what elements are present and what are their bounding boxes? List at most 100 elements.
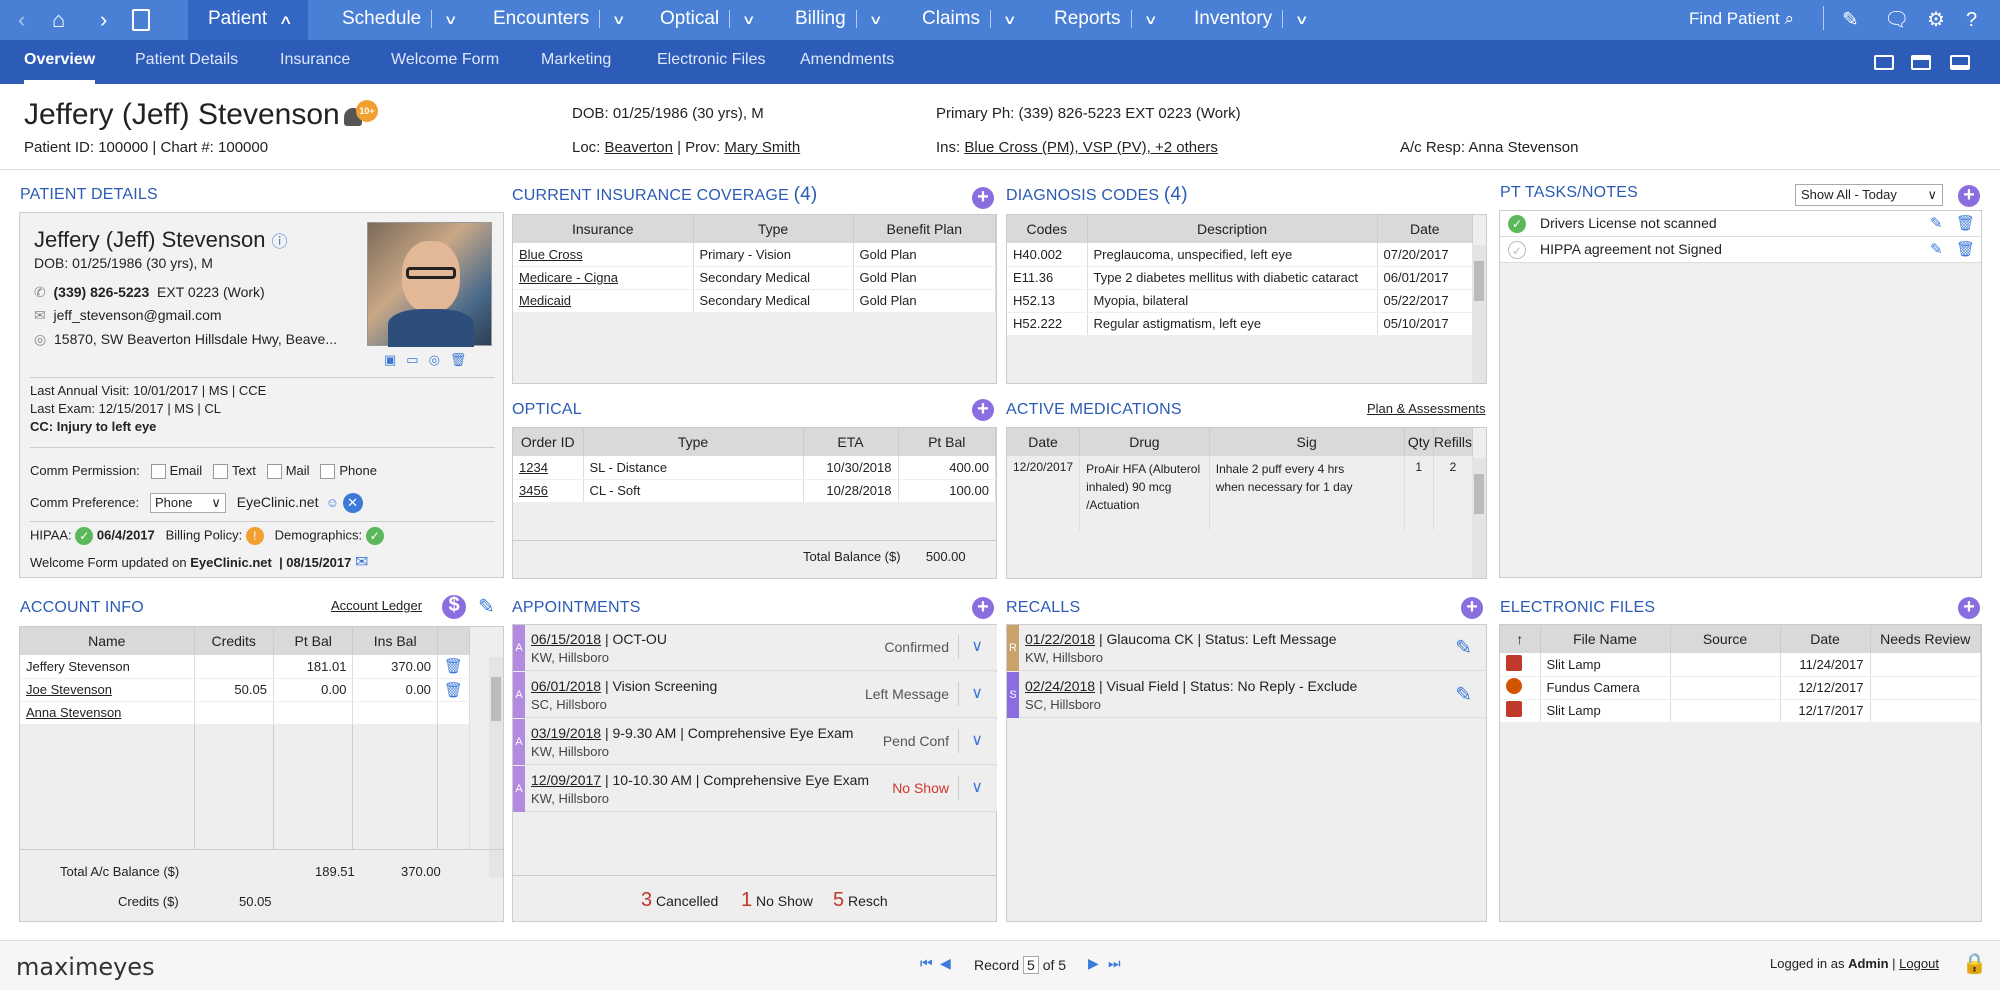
- table-row[interactable]: Joe Stevenson 50.05 0.00 0.00 🗑: [20, 678, 471, 702]
- noshow-count[interactable]: 1 No Show: [741, 889, 813, 912]
- nav-schedule[interactable]: Schedule ∨: [342, 0, 458, 40]
- plan-assessments-link[interactable]: Plan & Assessments: [1367, 401, 1486, 416]
- provider-link[interactable]: Mary Smith: [724, 139, 800, 156]
- mail-checkbox[interactable]: [266, 464, 282, 480]
- list-item[interactable]: S 02/24/2018 | Visual Field | Status: No …: [1007, 672, 1486, 718]
- layout-2-icon[interactable]: [1911, 55, 1931, 70]
- tab-marketing[interactable]: Marketing: [541, 40, 611, 84]
- nav-inventory[interactable]: Inventory ∨: [1194, 0, 1309, 40]
- list-item[interactable]: A 12/09/2017 | 10-10.30 AM | Comprehensiv…: [513, 766, 997, 812]
- list-item[interactable]: ✓ Drivers License not scanned ✎ 🗑: [1500, 211, 1981, 237]
- phone-checkbox[interactable]: [320, 464, 336, 480]
- trash-icon[interactable]: 🗑: [437, 655, 471, 679]
- table-row[interactable]: 1234 SL - Distance 10/30/2018 400.00: [513, 456, 996, 480]
- list-item[interactable]: R 01/22/2018 | Glaucoma CK | Status: Left…: [1007, 625, 1486, 671]
- mail-icon[interactable]: ✉: [355, 554, 368, 571]
- table-row[interactable]: 3456 CL - Soft 10/28/2018 100.00: [513, 479, 996, 503]
- table-row[interactable]: Slit Lamp 11/24/2017: [1500, 653, 1981, 677]
- table-row[interactable]: Jeffery Stevenson 181.01 370.00 🗑: [20, 655, 471, 679]
- expand-icon[interactable]: ∨: [958, 776, 983, 800]
- dollar-icon[interactable]: $: [442, 595, 466, 619]
- add-optical-button[interactable]: +: [972, 399, 994, 421]
- table-row[interactable]: Medicaid Secondary Medical Gold Plan: [513, 289, 996, 313]
- add-file-button[interactable]: +: [1958, 597, 1980, 619]
- home-icon[interactable]: ⌂: [52, 8, 65, 32]
- tab-welcome-form[interactable]: Welcome Form: [391, 40, 499, 84]
- table-row[interactable]: Fundus Camera 12/12/2017: [1500, 676, 1981, 700]
- preference-select[interactable]: Phone ∨: [149, 493, 226, 513]
- tab-electronic-files[interactable]: Electronic Files: [657, 40, 765, 84]
- first-record-icon[interactable]: ⏮: [920, 955, 933, 972]
- nav-reports[interactable]: Reports ∨: [1054, 0, 1157, 40]
- find-patient-button[interactable]: Find Patient ⌕: [1689, 0, 1794, 40]
- edit-icon[interactable]: ✎: [1930, 240, 1943, 258]
- next-record-icon[interactable]: ▶: [1088, 955, 1099, 972]
- prev-record-icon[interactable]: ◀: [940, 955, 951, 972]
- table-row[interactable]: 12/20/2017 ProAir HFA (Albuterol inhaled)…: [1007, 456, 1474, 531]
- table-row[interactable]: Medicare - Cigna Secondary Medical Gold Pl…: [513, 266, 996, 290]
- nav-claims[interactable]: Claims ∨: [922, 0, 1017, 40]
- insurance-link[interactable]: Blue Cross (PM), VSP (PV), +2 others: [964, 139, 1218, 156]
- expand-icon[interactable]: ∨: [958, 635, 983, 659]
- edit-icon[interactable]: ✎: [478, 594, 495, 619]
- list-item[interactable]: A 06/15/2018 | OCT-OU KW, Hillsboro Confirm…: [513, 625, 997, 671]
- expand-icon[interactable]: ∨: [958, 729, 983, 753]
- page-icon[interactable]: [132, 9, 150, 31]
- nav-encounters[interactable]: Encounters ∨: [493, 0, 626, 40]
- layout-3-icon[interactable]: [1950, 55, 1970, 70]
- account-ledger-link[interactable]: Account Ledger: [331, 598, 422, 613]
- tab-patient-details[interactable]: Patient Details: [135, 40, 238, 84]
- close-icon[interactable]: ✕: [342, 493, 363, 513]
- table-row[interactable]: H52.13 Myopia, bilateral 05/22/2017: [1007, 289, 1473, 313]
- cancelled-count[interactable]: 3 Cancelled: [641, 889, 718, 912]
- tab-insurance[interactable]: Insurance: [280, 40, 350, 84]
- nav-optical[interactable]: Optical ∨: [660, 0, 756, 40]
- edit-icon[interactable]: ✎: [1842, 8, 1859, 32]
- trash-icon[interactable]: 🗑: [437, 678, 471, 702]
- sort-icon[interactable]: ↑: [1500, 625, 1541, 653]
- diagnosis-scrollbar[interactable]: [1472, 245, 1486, 383]
- text-checkbox[interactable]: [213, 464, 228, 480]
- forward-icon[interactable]: ›: [100, 8, 107, 32]
- expand-icon[interactable]: ∨: [958, 682, 983, 706]
- email-checkbox[interactable]: [150, 464, 166, 480]
- edit-icon[interactable]: ✎: [1455, 635, 1472, 660]
- help-icon[interactable]: ?: [1966, 8, 1977, 32]
- table-row[interactable]: H40.002 Preglaucoma, unspecified, left ey…: [1007, 243, 1473, 267]
- logout-link[interactable]: Logout: [1899, 956, 1939, 971]
- medications-scrollbar[interactable]: [1472, 458, 1486, 578]
- tab-amendments[interactable]: Amendments: [800, 40, 894, 84]
- list-item[interactable]: ✓ HIPPA agreement not Signed ✎ 🗑: [1500, 237, 1981, 263]
- list-item[interactable]: A 03/19/2018 | 9-9.30 AM | Comprehensive …: [513, 719, 997, 765]
- last-record-icon[interactable]: ⏭: [1108, 955, 1121, 972]
- record-input[interactable]: 5: [1023, 956, 1039, 974]
- table-row[interactable]: E11.36 Type 2 diabetes mellitus with diab…: [1007, 266, 1473, 290]
- trash-icon[interactable]: 🗑: [1956, 240, 1975, 258]
- location-link[interactable]: Beaverton: [605, 139, 673, 156]
- account-scrollbar[interactable]: [489, 657, 503, 877]
- add-recall-button[interactable]: +: [1461, 597, 1483, 619]
- trash-icon[interactable]: 🗑: [1956, 214, 1975, 232]
- lock-icon[interactable]: 🔒: [1962, 951, 1987, 976]
- table-row[interactable]: Slit Lamp 12/17/2017: [1500, 699, 1981, 723]
- info-icon[interactable]: ⓘ: [272, 234, 288, 251]
- nav-patient[interactable]: Patient ∧: [188, 0, 308, 40]
- back-icon[interactable]: ‹: [18, 8, 25, 32]
- add-appointment-button[interactable]: +: [972, 597, 994, 619]
- table-row[interactable]: H52.222 Regular astigmatism, left eye 05/1…: [1007, 312, 1473, 336]
- tasks-filter-select[interactable]: Show All - Today ∨: [1795, 184, 1943, 206]
- layout-1-icon[interactable]: [1874, 55, 1894, 70]
- table-row[interactable]: Anna Stevenson: [20, 701, 471, 725]
- edit-icon[interactable]: ✎: [1930, 214, 1943, 232]
- list-item[interactable]: A 06/01/2018 | Vision Screening SC, Hillsb…: [513, 672, 997, 718]
- add-task-button[interactable]: +: [1958, 185, 1980, 207]
- chat-icon[interactable]: 🗨: [1884, 8, 1909, 32]
- add-insurance-button[interactable]: +: [972, 187, 994, 209]
- nav-billing[interactable]: Billing ∨: [795, 0, 883, 40]
- edit-icon[interactable]: ✎: [1455, 682, 1472, 707]
- resch-count[interactable]: 5 Resch: [833, 889, 888, 912]
- add-user-icon[interactable]: ☺: [326, 495, 339, 510]
- photo-actions[interactable]: ▣▭◎🗑: [384, 352, 476, 368]
- gear-icon[interactable]: ⚙: [1927, 8, 1945, 32]
- tab-overview[interactable]: Overview: [24, 40, 96, 84]
